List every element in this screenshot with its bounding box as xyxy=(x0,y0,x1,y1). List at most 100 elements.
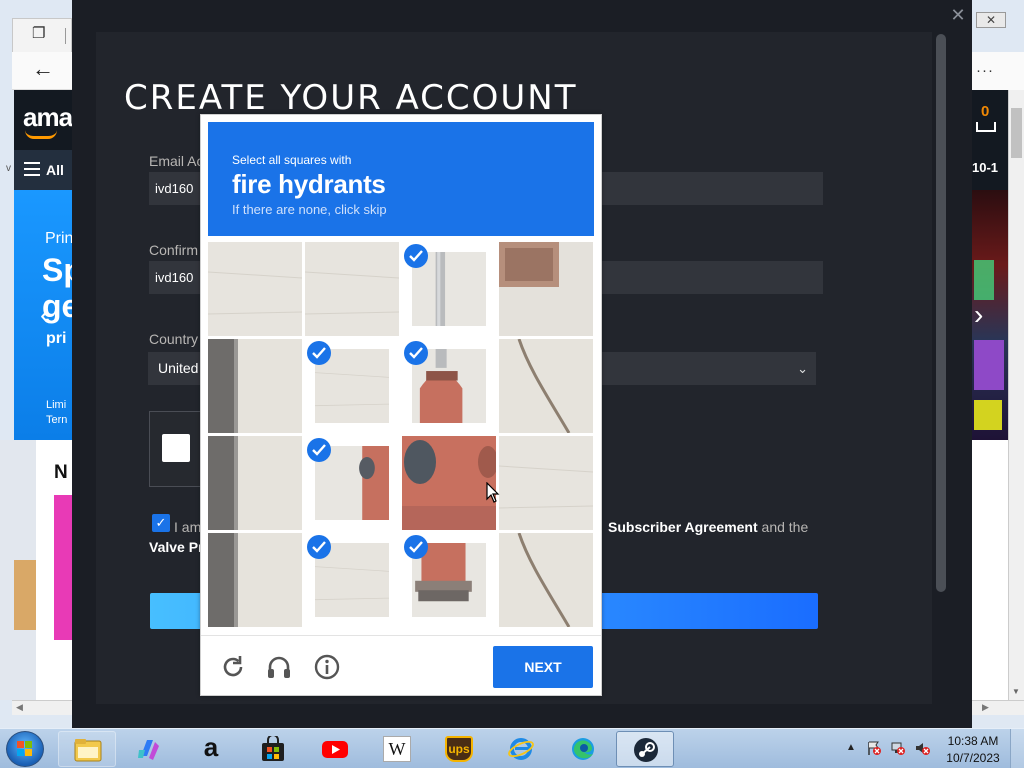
confirm-email-label: Confirm xyxy=(149,242,199,258)
captcha-tile[interactable] xyxy=(402,436,496,530)
taskbar-amazon[interactable]: a xyxy=(182,731,240,767)
subscriber-agreement-link[interactable]: Subscriber Agreement xyxy=(608,519,758,535)
taskbar-copilot[interactable] xyxy=(120,731,178,767)
amazon-product-card[interactable]: N xyxy=(36,440,72,700)
amazon-logo[interactable]: ama xyxy=(23,102,73,133)
captcha-tile[interactable] xyxy=(499,533,593,627)
scroll-left-icon[interactable]: ◀ xyxy=(16,702,23,713)
taskbar-wikipedia[interactable]: W xyxy=(368,731,426,767)
captcha-tile[interactable] xyxy=(305,242,399,336)
amazon-card-right[interactable] xyxy=(972,440,1008,700)
captcha-tile[interactable] xyxy=(499,242,593,336)
captcha-tile[interactable] xyxy=(208,339,302,433)
windows-logo-icon xyxy=(17,741,32,756)
recaptcha-header: Select all squares with fire hydrants If… xyxy=(208,122,594,236)
show-hidden-icons-icon[interactable]: ▲ xyxy=(846,742,856,753)
taskbar-edge[interactable] xyxy=(554,731,612,767)
captcha-checkbox[interactable] xyxy=(162,434,190,462)
wikipedia-icon: W xyxy=(383,736,411,762)
privacy-policy-link[interactable]: Valve Pr xyxy=(149,539,204,555)
info-icon[interactable] xyxy=(313,653,341,681)
captcha-tile[interactable] xyxy=(208,533,302,627)
headphones-icon[interactable] xyxy=(265,653,293,681)
carousel-next-icon[interactable]: › xyxy=(974,300,983,330)
back-arrow-icon[interactable]: ← xyxy=(32,58,54,80)
header-date-fragment: 10-1 xyxy=(972,160,999,175)
taskbar-youtube[interactable] xyxy=(306,731,364,767)
background-browser-right: ✕ ··· 0 10-1 › ▼ ▶ xyxy=(972,0,1024,728)
folder-icon xyxy=(74,739,102,762)
agree-text-suffix: and the xyxy=(757,519,809,535)
amazon-header: ama xyxy=(14,90,73,150)
browser-tabstrip-right: ✕ xyxy=(972,0,1024,52)
vertical-scrollbar[interactable]: ▼ xyxy=(1008,90,1024,702)
steam-icon xyxy=(634,738,658,762)
internet-explorer-icon xyxy=(508,738,534,760)
captcha-tile-image xyxy=(499,242,593,336)
taskbar-file-explorer[interactable] xyxy=(58,731,116,767)
browser-tabstrip: ❐ xyxy=(12,18,72,52)
game-art-3 xyxy=(974,400,1002,430)
tab-actions-icon[interactable]: ❐ xyxy=(32,26,45,41)
checkmark-icon xyxy=(404,535,428,559)
captcha-tile[interactable] xyxy=(208,242,302,336)
tab-separator xyxy=(65,28,66,44)
browser-navbar-right: ··· xyxy=(972,52,1024,90)
agree-text-prefix: I am xyxy=(174,519,202,535)
recaptcha-instruction: Select all squares with xyxy=(232,153,352,167)
recaptcha-target: fire hydrants xyxy=(232,169,386,199)
side-card-image xyxy=(14,560,36,630)
recaptcha-challenge: Select all squares with fire hydrants If… xyxy=(200,114,602,696)
captcha-tile[interactable] xyxy=(402,533,496,627)
card-image xyxy=(54,495,72,640)
captcha-tile-image xyxy=(499,436,593,530)
scrollbar-thumb[interactable] xyxy=(1011,108,1022,158)
nav-all-label[interactable]: All xyxy=(46,162,64,178)
system-tray: ▲ xyxy=(842,737,942,761)
taskbar-internet-explorer[interactable] xyxy=(492,731,550,767)
window-close-button[interactable]: ✕ xyxy=(976,12,1006,28)
volume-muted-icon[interactable] xyxy=(914,740,930,756)
captcha-tile[interactable] xyxy=(402,339,496,433)
scroll-right-icon[interactable]: ▶ xyxy=(982,702,989,713)
captcha-tile[interactable] xyxy=(208,436,302,530)
cart-icon[interactable] xyxy=(976,122,996,132)
captcha-tile[interactable] xyxy=(305,339,399,433)
dialog-scrollbar[interactable] xyxy=(936,34,946,592)
captcha-tile[interactable] xyxy=(305,533,399,627)
taskbar-ups[interactable]: ups xyxy=(430,731,488,767)
amazon-side-card xyxy=(0,440,36,700)
more-options-icon[interactable]: ··· xyxy=(976,62,994,79)
carousel-prev-icon[interactable]: ‹ xyxy=(40,300,58,330)
windows-taskbar: a W ups ▲ 10:38 AM 10/7/2023 xyxy=(0,728,1024,768)
reload-icon[interactable] xyxy=(219,653,247,681)
network-icon[interactable] xyxy=(890,740,906,756)
recaptcha-footer: NEXT xyxy=(201,635,601,695)
start-button[interactable] xyxy=(6,731,44,767)
captcha-tile[interactable] xyxy=(499,339,593,433)
captcha-tile[interactable] xyxy=(402,242,496,336)
scroll-down-icon[interactable]: ▼ xyxy=(1012,687,1020,696)
taskbar-steam[interactable] xyxy=(616,731,674,767)
browser-navbar: ← xyxy=(12,52,72,90)
captcha-tile-image xyxy=(402,436,496,530)
hamburger-menu-icon[interactable] xyxy=(24,162,40,176)
cart-count[interactable]: 0 xyxy=(981,103,989,120)
taskbar-microsoft-store[interactable] xyxy=(244,731,302,767)
next-button[interactable]: NEXT xyxy=(493,646,593,688)
captcha-tile[interactable] xyxy=(499,436,593,530)
captcha-tile[interactable] xyxy=(305,436,399,530)
game-art-1 xyxy=(974,260,994,300)
agree-checkbox[interactable]: ✓ xyxy=(152,514,170,532)
close-icon[interactable]: ✕ xyxy=(948,5,968,25)
horizontal-scrollbar[interactable]: ◀ xyxy=(12,700,72,715)
action-center-flag-icon[interactable] xyxy=(866,740,882,756)
mouse-cursor-icon xyxy=(486,482,500,503)
show-desktop-button[interactable] xyxy=(1010,729,1024,768)
clock-date[interactable]: 10/7/2023 xyxy=(946,751,1000,765)
amazon-nav: All xyxy=(14,150,72,190)
captcha-tile-image xyxy=(499,339,593,433)
clock-time[interactable]: 10:38 AM xyxy=(946,734,1000,748)
horizontal-scrollbar-right[interactable]: ▶ xyxy=(972,700,1024,715)
hero-prime-text: Prin xyxy=(45,230,72,247)
